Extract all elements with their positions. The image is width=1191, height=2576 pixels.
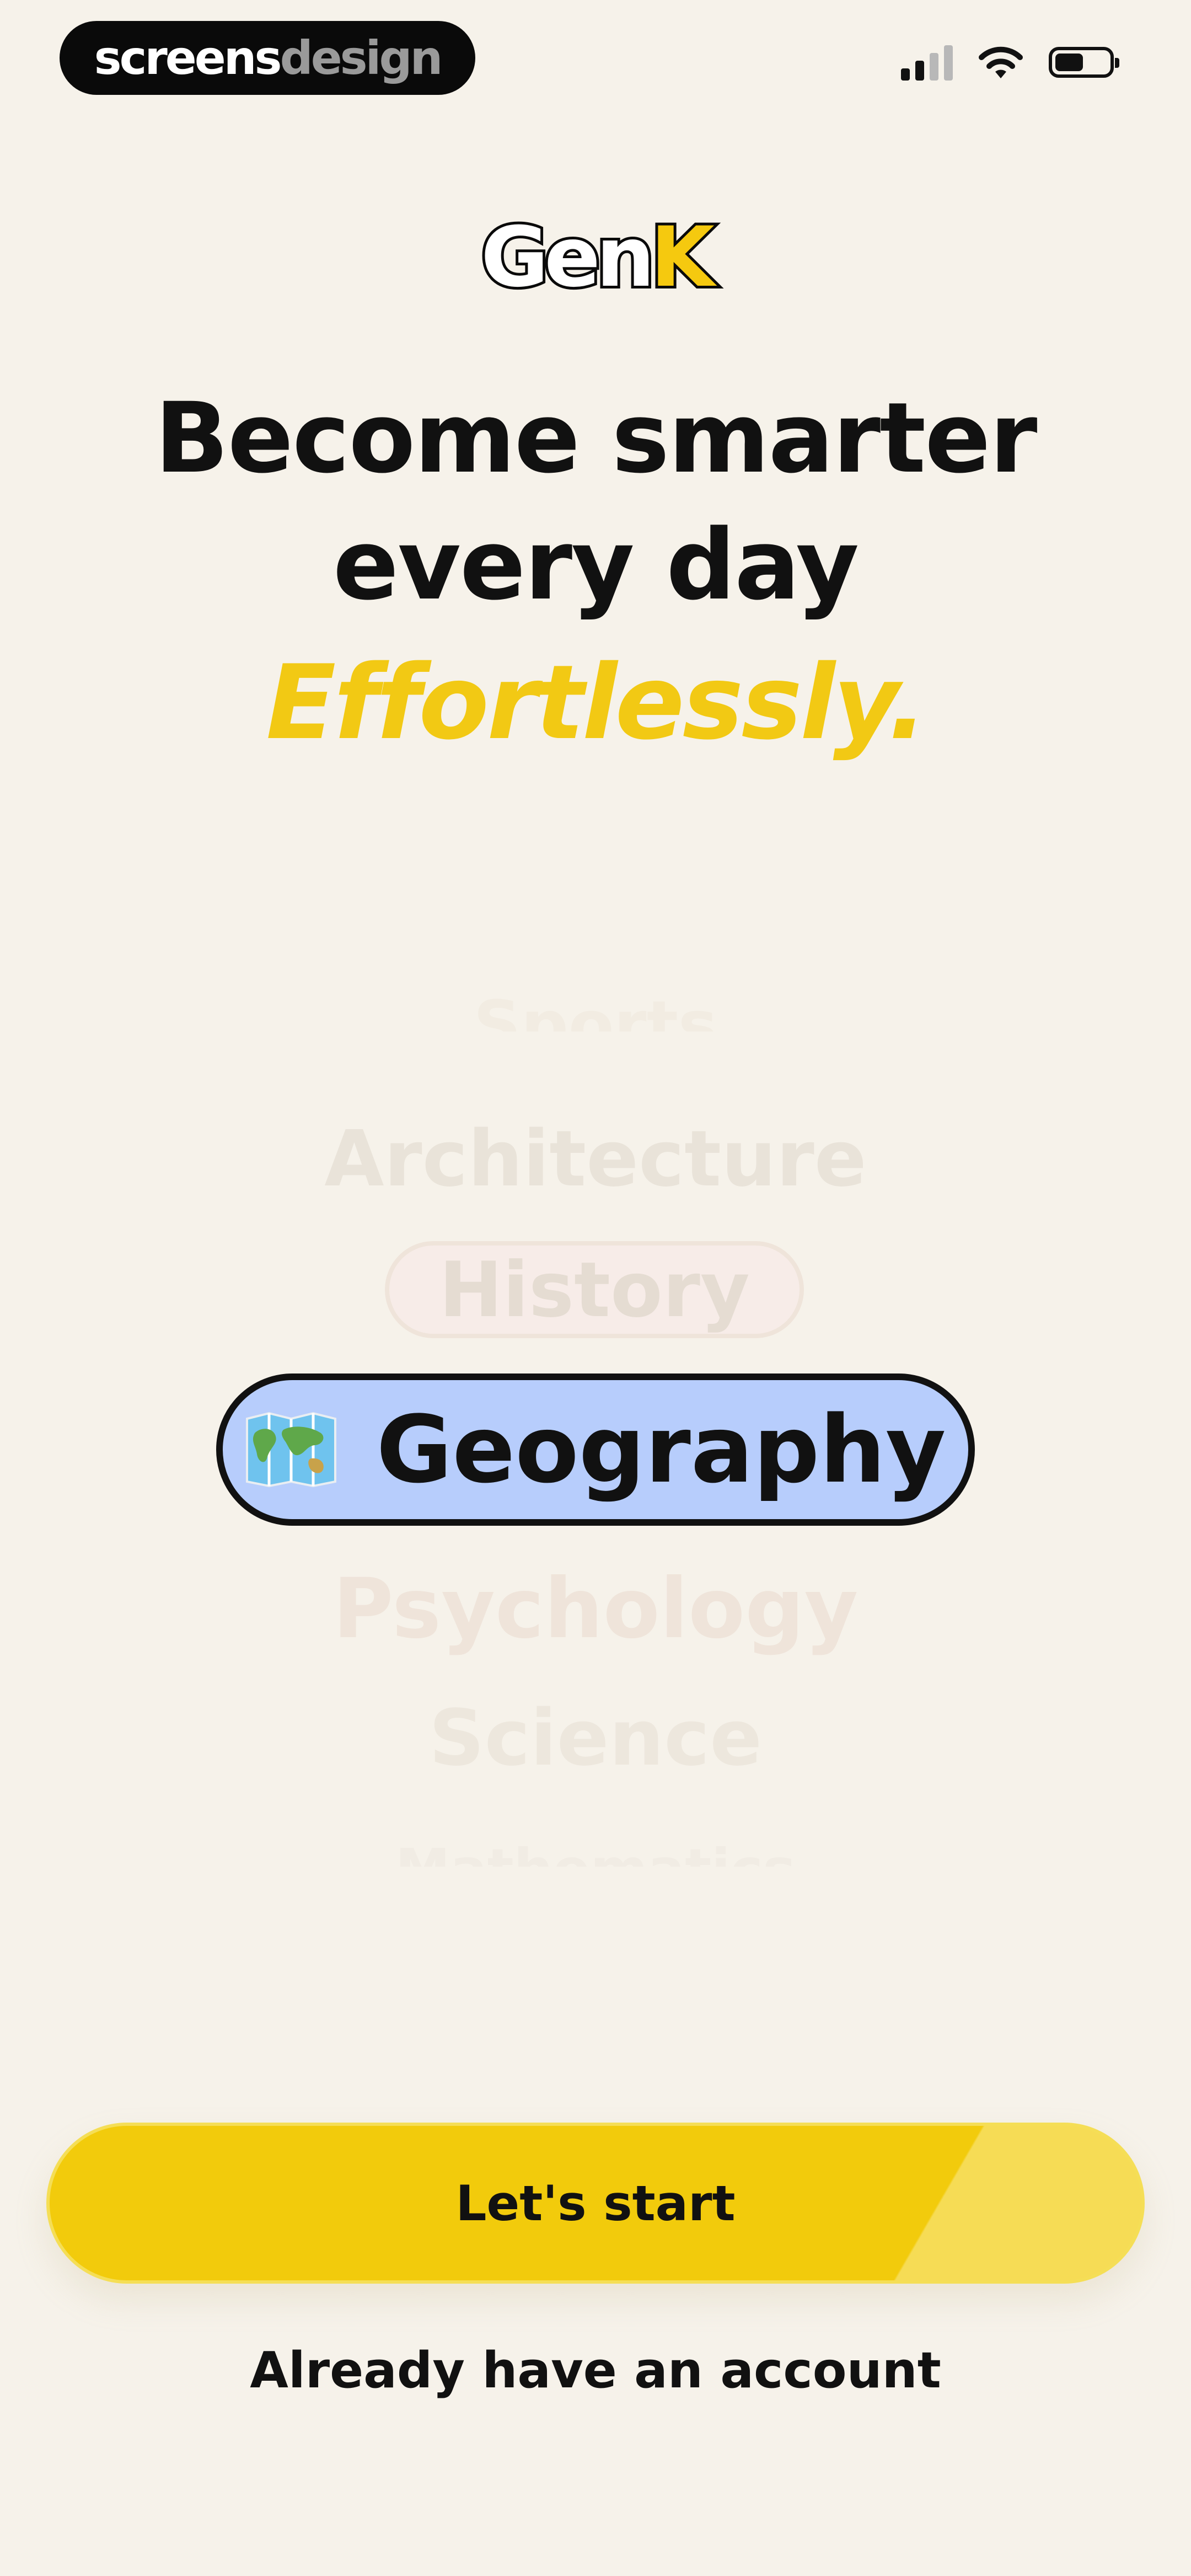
screensdesign-watermark: screens design: [60, 21, 475, 95]
status-bar: [901, 44, 1119, 81]
topic-item-sports: Sports: [473, 987, 718, 1032]
logo-text-gen: Gen: [478, 207, 658, 308]
topic-label-history: History: [439, 1245, 750, 1334]
hero-tagline: Effortlessly.: [266, 643, 927, 762]
topic-item-science: Science: [428, 1693, 763, 1783]
lets-start-label: Let's start: [455, 2174, 736, 2232]
logo-text-k: K: [648, 207, 717, 308]
topic-item-psychology: Psychology: [332, 1561, 859, 1657]
topic-label-geography: Geography: [376, 1396, 946, 1504]
lets-start-button[interactable]: Let's start: [46, 2123, 1145, 2284]
wifi-icon: [979, 46, 1023, 78]
hero-headline: Become smarter every day: [0, 375, 1191, 629]
battery-icon: [1049, 47, 1119, 78]
headline-line-2: every day: [332, 509, 859, 622]
topic-item-architecture: Architecture: [324, 1114, 867, 1204]
genk-logo: GenK: [0, 207, 1191, 308]
world-map-icon: [246, 1412, 337, 1488]
already-have-account-link[interactable]: Already have an account: [0, 2342, 1191, 2399]
watermark-text-design: design: [280, 31, 443, 85]
topic-item-history: History: [385, 1241, 804, 1338]
headline-line-1: Become smarter: [154, 382, 1038, 495]
watermark-text-screens: screens: [94, 31, 282, 85]
cellular-signal-icon: [901, 44, 953, 81]
topic-item-geography-selected[interactable]: Geography: [216, 1373, 975, 1526]
topic-item-mathematics: Mathematics: [0, 1837, 1191, 1867]
